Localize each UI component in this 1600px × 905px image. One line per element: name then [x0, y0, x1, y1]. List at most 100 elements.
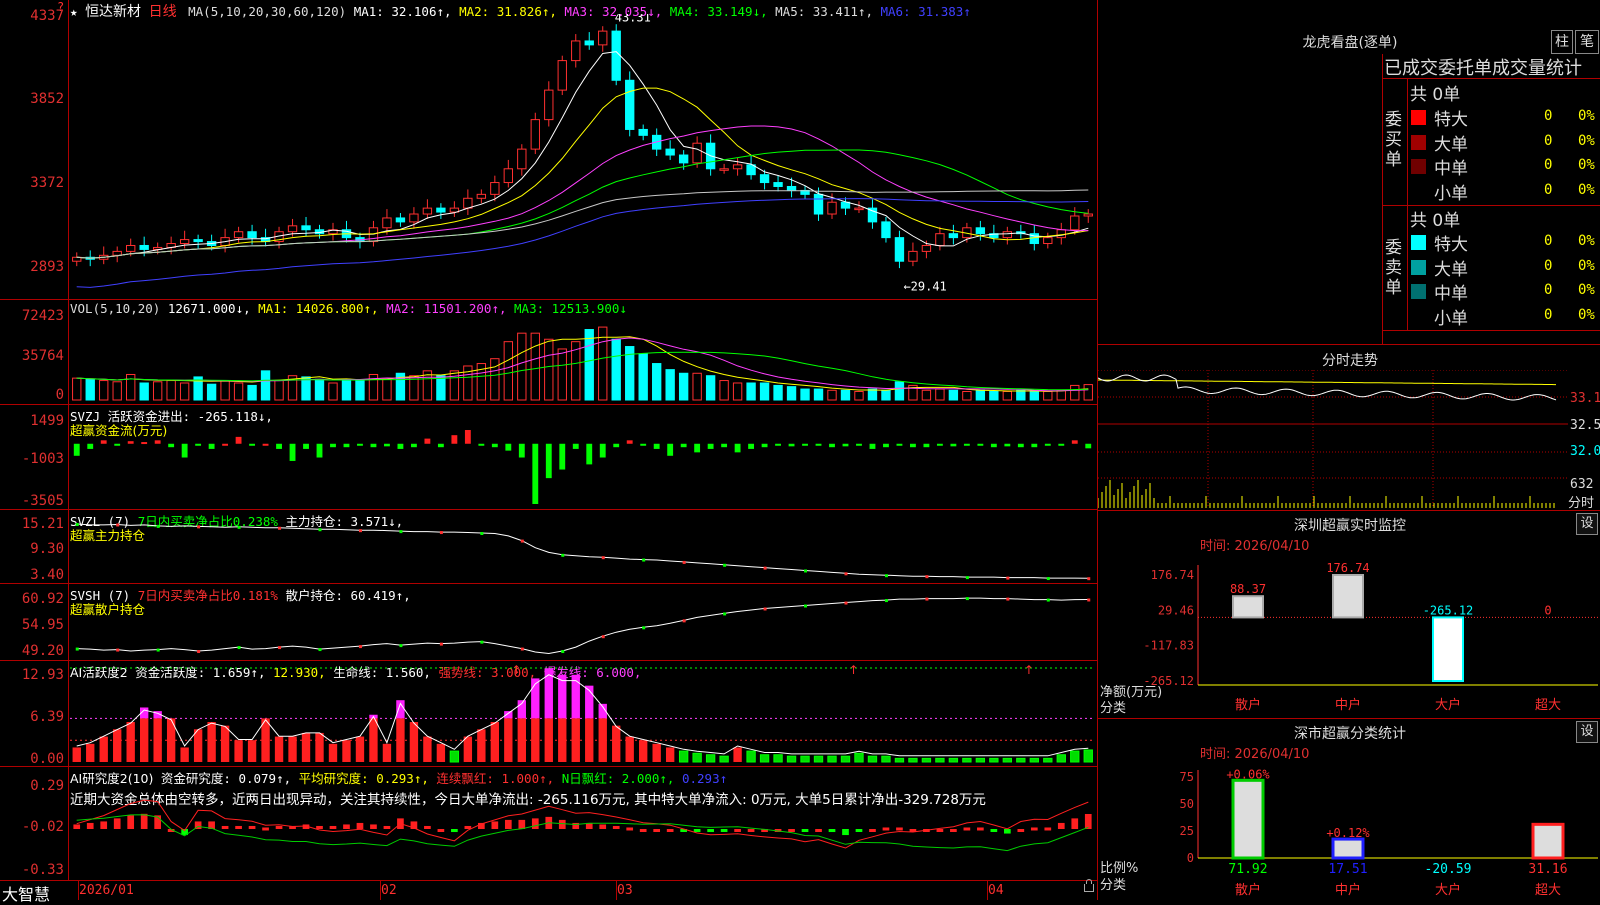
ma2-line	[76, 87, 1089, 259]
candle	[1070, 215, 1080, 231]
svzj-bar	[977, 443, 984, 446]
monitor-settings-button[interactable]: 设	[1576, 513, 1598, 535]
candle	[557, 60, 567, 91]
candle	[692, 142, 702, 164]
sell-orders-label: 委卖单	[1385, 238, 1402, 298]
research-bar	[127, 815, 135, 829]
research-bar	[370, 824, 377, 829]
holding-dot	[723, 612, 727, 616]
monitor-bar	[1332, 574, 1364, 619]
classify-value-label: 17.51	[1328, 862, 1367, 877]
research-bar	[113, 818, 121, 829]
activity-bar-weak	[678, 750, 689, 763]
activity-bar-weak	[989, 757, 999, 763]
candle	[881, 221, 891, 239]
buy-row-swatch	[1411, 159, 1426, 174]
svzj-bar	[640, 443, 647, 446]
research-bar	[248, 825, 256, 829]
intraday-price-line	[1098, 374, 1557, 401]
ai-activity-chart[interactable]: ↑ ↑ ↑	[70, 662, 1095, 764]
ai-research-axis-label: -0.02	[21, 819, 64, 835]
holding-dot	[1087, 598, 1091, 602]
holding-dot	[844, 572, 848, 576]
svzj-bar	[127, 441, 134, 444]
activity-bar	[625, 736, 634, 762]
volume-bar	[827, 389, 837, 401]
classify-settings-button[interactable]: 设	[1576, 721, 1598, 743]
svsh-chart[interactable]	[70, 594, 1095, 658]
buy-row-pct: 0%	[1578, 181, 1595, 198]
research-bar	[950, 829, 957, 832]
activity-bar	[153, 718, 162, 762]
svzj-bar	[748, 443, 755, 449]
svzj-bar	[437, 443, 444, 448]
activity-bar-weak	[1029, 757, 1039, 763]
volume-bar	[152, 381, 163, 401]
research-bar	[666, 829, 674, 832]
candle	[854, 207, 864, 211]
holding-dot	[601, 556, 605, 560]
activity-bar	[665, 747, 675, 762]
svzj-bar	[1071, 440, 1078, 444]
volume-bar	[840, 389, 851, 401]
ai-activity-axis-label: 6.39	[30, 709, 64, 725]
sell-total: 共 0单	[1410, 211, 1461, 231]
tab-stroke[interactable]: 笔	[1575, 30, 1599, 54]
activity-bar	[409, 722, 419, 762]
svzj-bar	[303, 443, 309, 449]
candle	[598, 30, 608, 46]
activity-bar-weak	[786, 755, 797, 763]
volume-chart[interactable]	[70, 312, 1095, 402]
lock-icon[interactable]	[1084, 879, 1094, 892]
question-icon[interactable]: ?	[57, 0, 64, 14]
candle	[732, 164, 743, 170]
intraday-axis-label: 632	[1570, 477, 1594, 492]
ai-research-chart[interactable]	[70, 782, 1095, 878]
research-bar	[491, 821, 499, 829]
sell-row-count: 0	[1544, 233, 1553, 249]
volume-bar	[692, 372, 702, 401]
svzj-bar	[1058, 443, 1065, 446]
holding-dot	[197, 525, 201, 529]
monitor-value-label: 88.37	[1230, 582, 1266, 596]
research-bar	[977, 827, 984, 831]
panel-divider	[0, 583, 1097, 584]
activity-bar-burst	[571, 674, 580, 719]
candlestick-chart[interactable]: 43.31 ←29.41	[70, 14, 1095, 298]
holding-dot	[965, 597, 969, 601]
classify-axis-label: 0	[1187, 851, 1194, 865]
buy-row-pct: 0%	[1578, 108, 1595, 124]
intraday-chart[interactable]	[1098, 370, 1568, 510]
svzj-bar	[249, 443, 255, 446]
svzj-bar	[208, 443, 215, 449]
svzj-bar	[370, 443, 377, 448]
holding-dot	[520, 539, 524, 543]
activity-bar	[207, 722, 216, 762]
volume-bar	[206, 383, 217, 401]
svzj-chart[interactable]	[70, 418, 1095, 504]
research-bar	[869, 829, 876, 832]
buy-total: 共 0单	[1410, 85, 1461, 105]
sell-row-pct: 0%	[1578, 306, 1595, 323]
volume-bar	[314, 378, 325, 401]
volume-bar	[705, 375, 716, 401]
svzl-chart[interactable]	[70, 520, 1095, 582]
intraday-axis-label: 分时	[1568, 496, 1595, 511]
svzj-bar	[505, 443, 512, 451]
research-bar	[140, 813, 148, 829]
svzj-bar	[883, 443, 889, 448]
candle	[773, 182, 783, 187]
research-bar	[815, 829, 822, 832]
holding-dot	[601, 635, 605, 639]
classify-chart[interactable]: 75 50 25 0 +0.06% 71.92 散户 +0.12% 17.51 中户 -20.59 大…	[1098, 762, 1600, 900]
holding-dot	[116, 648, 120, 652]
svzj-bar	[613, 443, 620, 448]
svzj-bar	[667, 443, 674, 456]
candle	[665, 148, 675, 156]
research-bar	[343, 824, 350, 829]
monitor-chart[interactable]: 176.74 29.46 -117.83 -265.12 88.37 散户 176.74 中户…	[1098, 555, 1600, 715]
signal-arrow: ↑	[511, 663, 521, 677]
holding-dot	[884, 574, 888, 578]
tab-bar[interactable]: 柱	[1551, 30, 1573, 54]
price-axis-label: 2893	[30, 259, 64, 275]
